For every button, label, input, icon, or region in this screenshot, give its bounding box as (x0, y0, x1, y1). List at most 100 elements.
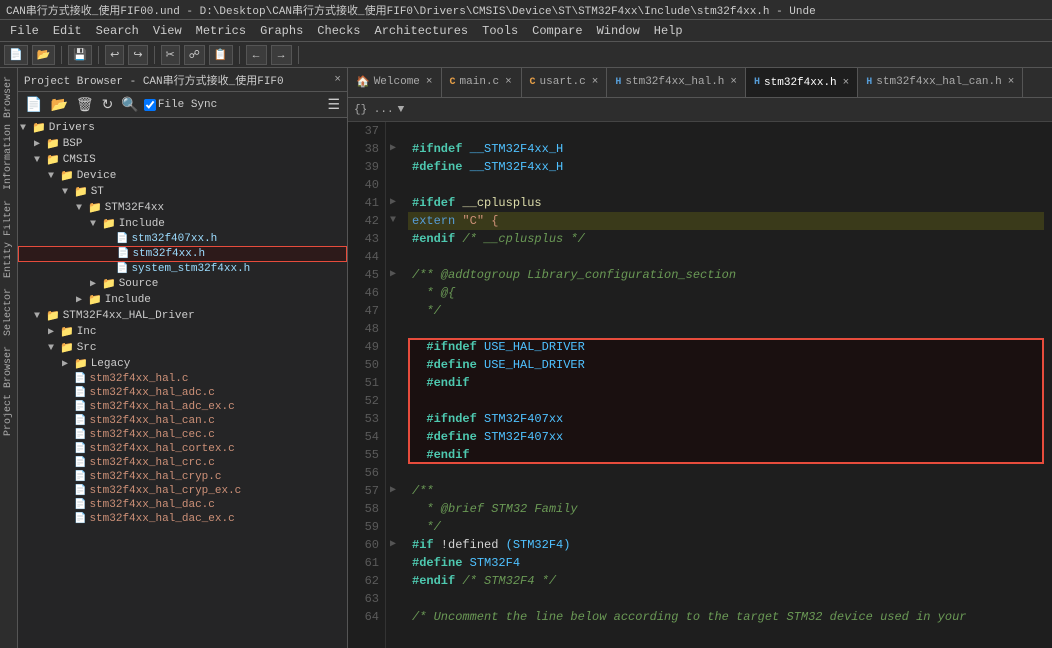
tree-item-stm32f4xx_hal_dac_c[interactable]: 📄stm32f4xx_hal_dac.c (18, 498, 347, 512)
tree-item-st[interactable]: ▼📁ST (18, 184, 347, 200)
code-area[interactable]: 3738394041424344454647484950515253545556… (348, 122, 1052, 648)
menu-item-view[interactable]: View (147, 22, 188, 40)
vtab-project-browser[interactable]: Project Browser (1, 342, 16, 440)
toolbar-copy[interactable]: ☍ (184, 45, 205, 65)
tree-item-stm32f4xx_hal_adc_c[interactable]: 📄stm32f4xx_hal_adc.c (18, 386, 347, 400)
tree-item-stm32f4xx_hal_cryp_ex_c[interactable]: 📄stm32f4xx_hal_cryp_ex.c (18, 484, 347, 498)
tree-item-system_stm32f4xx_h[interactable]: 📄system_stm32f4xx.h (18, 262, 347, 276)
tree-item-bsp[interactable]: ▶📁BSP (18, 136, 347, 152)
refresh-btn[interactable]: ↻ (99, 95, 117, 114)
menu-item-tools[interactable]: Tools (476, 22, 524, 40)
tab-close-5[interactable]: × (1008, 76, 1015, 88)
menu-item-architectures[interactable]: Architectures (369, 22, 475, 40)
new-file-btn[interactable]: 📄 (22, 95, 45, 114)
menu-item-help[interactable]: Help (648, 22, 689, 40)
tab-usart-c[interactable]: Cusart.c× (522, 68, 608, 97)
tab-close-1[interactable]: × (505, 76, 512, 88)
tree-label-include: Include (119, 218, 165, 230)
toolbar-save[interactable]: 💾 (68, 45, 92, 65)
tab-close-3[interactable]: × (730, 76, 737, 88)
code-line-40 (408, 176, 1044, 194)
token: #endif (412, 376, 470, 390)
token: #define (412, 556, 462, 570)
toolbar-paste[interactable]: 📋 (209, 45, 233, 65)
file-c-icon-stm32f4xx_hal_cec_c: 📄 (74, 429, 86, 441)
toolbar-fwd[interactable]: → (271, 45, 292, 65)
dropdown-arrow[interactable]: ▼ (398, 104, 405, 116)
tree-item-legacy[interactable]: ▶📁Legacy (18, 356, 347, 372)
menu-item-edit[interactable]: Edit (47, 22, 88, 40)
tree-item-src[interactable]: ▼📁Src (18, 340, 347, 356)
tree-container[interactable]: ▼📁Drivers▶📁BSP▼📁CMSIS▼📁Device▼📁ST▼📁STM32… (18, 118, 347, 648)
braces-label[interactable]: {} ... (354, 104, 394, 116)
tab-stm32f4xx_hal_can-h[interactable]: Hstm32f4xx_hal_can.h× (858, 68, 1023, 97)
token: extern (412, 214, 455, 228)
menu-item-search[interactable]: Search (90, 22, 145, 40)
tree-item-include[interactable]: ▼📁Include (18, 216, 347, 232)
tree-item-stm32f4xx_hal_crc_c[interactable]: 📄stm32f4xx_hal_crc.c (18, 456, 347, 470)
toolbar-redo[interactable]: ↪ (128, 45, 147, 65)
toolbar-back[interactable]: ← (246, 45, 267, 65)
new-folder-btn[interactable]: 📂 (47, 95, 70, 114)
code-line-48 (408, 320, 1044, 338)
code-line-51: #endif (408, 374, 1044, 392)
tree-item-stm32f4xx_hal_adc_ex_c[interactable]: 📄stm32f4xx_hal_adc_ex.c (18, 400, 347, 414)
menu-item-checks[interactable]: Checks (311, 22, 366, 40)
tree-item-stm32f4xx_h[interactable]: 📄stm32f4xx.h (18, 246, 347, 262)
toolbar-undo[interactable]: ↩ (105, 45, 124, 65)
panel-close-icon[interactable]: × (334, 74, 341, 86)
menu-item-graphs[interactable]: Graphs (254, 22, 309, 40)
tab-close-2[interactable]: × (592, 76, 599, 88)
toolbar-open[interactable]: 📂 (32, 45, 56, 65)
tree-item-inc[interactable]: ▶📁Inc (18, 324, 347, 340)
folder-icon-cmsis: 📁 (46, 153, 60, 167)
token: #define (412, 430, 477, 444)
vtab-selector[interactable]: Selector (1, 284, 16, 340)
tab-stm32f4xx_hal-h[interactable]: Hstm32f4xx_hal.h× (607, 68, 746, 97)
tree-item-stm32f4xx_hal_driver[interactable]: ▼📁STM32F4xx_HAL_Driver (18, 308, 347, 324)
delete-btn[interactable]: 🗑 (73, 95, 97, 114)
vtab-information-browser[interactable]: Information Browser (1, 72, 16, 194)
tree-item-stm32f4xx_hal_cec_c[interactable]: 📄stm32f4xx_hal_cec.c (18, 428, 347, 442)
token: #ifndef (412, 142, 462, 156)
line-number-41: 41 (348, 194, 379, 212)
tree-item-stm32f407xx_h[interactable]: 📄stm32f407xx.h (18, 232, 347, 246)
tree-item-stm32f4xx_hal_cortex_c[interactable]: 📄stm32f4xx_hal_cortex.c (18, 442, 347, 456)
file-sync-checkbox[interactable] (144, 99, 156, 111)
menu-item-compare[interactable]: Compare (526, 22, 588, 40)
tree-arrow-device: ▼ (48, 171, 60, 182)
toolbar-cut[interactable]: ✂ (161, 45, 180, 65)
tree-item-stm32f4xx_hal_cryp_c[interactable]: 📄stm32f4xx_hal_cryp.c (18, 470, 347, 484)
code-wrapper: #ifndef __STM32F4xx_H#define __STM32F4xx… (408, 122, 1044, 626)
tab-Welcome[interactable]: 🏠 Welcome× (348, 68, 442, 97)
toolbar-new[interactable]: 📄 (4, 45, 28, 65)
tree-label-stm32f4xx_hal_driver: STM32F4xx_HAL_Driver (63, 310, 195, 322)
line-number-56: 56 (348, 464, 379, 482)
code-content[interactable]: #ifndef __STM32F4xx_H#define __STM32F4xx… (400, 122, 1052, 648)
tree-arrow-src: ▼ (48, 343, 60, 354)
tree-item-stm32f4xx_hal_dac_ex_c[interactable]: 📄stm32f4xx_hal_dac_ex.c (18, 512, 347, 526)
tab-main-c[interactable]: Cmain.c× (442, 68, 522, 97)
tab-close-4[interactable]: × (843, 77, 850, 89)
tree-item-include2[interactable]: ▶📁Include (18, 292, 347, 308)
menu-item-metrics[interactable]: Metrics (190, 22, 252, 40)
menu-item-window[interactable]: Window (591, 22, 646, 40)
code-line-37 (408, 122, 1044, 140)
menu-item-file[interactable]: File (4, 22, 45, 40)
tree-item-source[interactable]: ▶📁Source (18, 276, 347, 292)
tree-item-device[interactable]: ▼📁Device (18, 168, 347, 184)
tree-item-stm32f4xx_hal_can_c[interactable]: 📄stm32f4xx_hal_can.c (18, 414, 347, 428)
tab-close-0[interactable]: × (426, 76, 433, 88)
panel-menu-btn[interactable]: ☰ (324, 95, 343, 114)
line-number-60: 60 (348, 536, 379, 554)
tree-label-stm32f4xx_hal_crc_c: stm32f4xx_hal_crc.c (89, 457, 214, 469)
tree-item-stm32f4xx_hal_c[interactable]: 📄stm32f4xx_hal.c (18, 372, 347, 386)
tree-item-stm32f4xx[interactable]: ▼📁STM32F4xx (18, 200, 347, 216)
tree-item-drivers[interactable]: ▼📁Drivers (18, 120, 347, 136)
tree-item-cmsis[interactable]: ▼📁CMSIS (18, 152, 347, 168)
tree-arrow-include2: ▶ (76, 294, 88, 306)
search-btn[interactable]: 🔍 (118, 95, 141, 114)
vtab-entity-filter[interactable]: Entity Filter (1, 196, 16, 282)
code-line-41: #ifdef __cplusplus (408, 194, 1044, 212)
tab-stm32f4xx-h[interactable]: Hstm32f4xx.h× (746, 68, 858, 97)
